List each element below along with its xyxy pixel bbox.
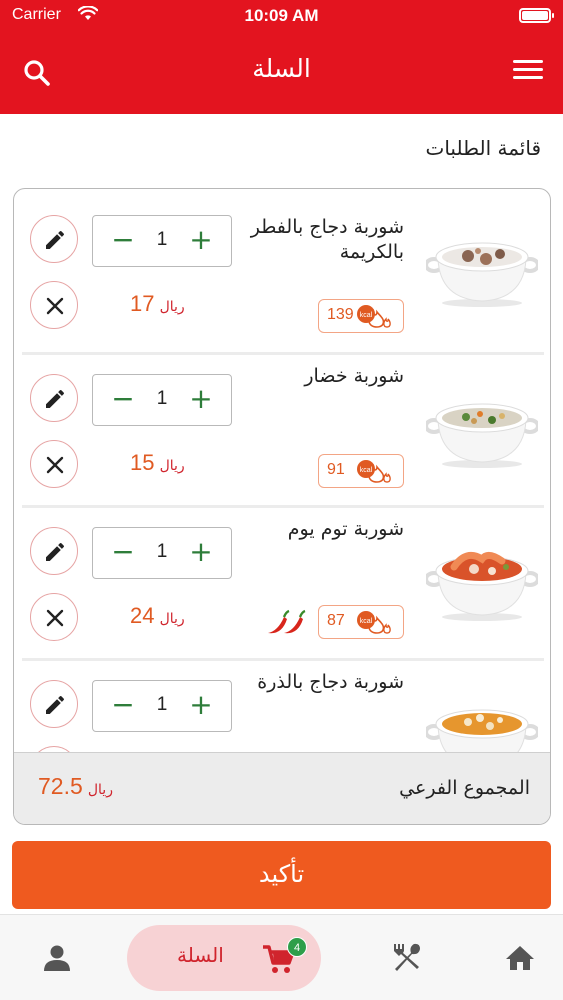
calories-value: 91 xyxy=(327,461,345,478)
soup-bowl-image xyxy=(426,242,538,307)
edit-icon xyxy=(46,542,65,561)
status-bar: Carrier 10:09 AM xyxy=(0,0,563,34)
item-name: شوربة خضار xyxy=(304,365,404,387)
close-icon xyxy=(46,456,64,474)
kcal-flame-icon: kcal xyxy=(357,611,391,634)
soup-bowl-image xyxy=(426,709,538,752)
calories-badge: 91 kcal xyxy=(318,454,404,488)
item-price: ريال 17 xyxy=(130,291,210,317)
status-time: 10:09 AM xyxy=(244,6,319,25)
close-icon xyxy=(46,297,64,315)
nav-bar: السلة xyxy=(0,46,563,102)
item-price: ريال 24 xyxy=(130,603,210,629)
cart-item: شوربة خضار 91 kcal − 1 + ريال 15 xyxy=(14,356,550,516)
tab-cart[interactable]: السلة 4 xyxy=(127,925,321,991)
quantity-stepper: − 1 + xyxy=(92,680,232,732)
increase-quantity-button[interactable]: + xyxy=(189,691,213,720)
menu-icon[interactable] xyxy=(513,60,543,86)
kcal-flame-icon: kcal xyxy=(357,305,391,328)
cart-item: شوربة دجاج بالذرة − 1 + xyxy=(14,662,550,752)
orders-list-title: قائمة الطلبات xyxy=(425,136,542,160)
quantity-stepper: − 1 + xyxy=(92,527,232,579)
utensils-icon[interactable] xyxy=(389,941,423,975)
item-divider xyxy=(22,658,544,661)
calories-badge: 87 kcal xyxy=(318,605,404,639)
cart-items-card: شوربة دجاج بالفطر بالكريمة 139 kcal − 1 … xyxy=(13,188,551,825)
cart-item: شوربة توم يوم 87 kcal − 1 + ريال 24 xyxy=(14,509,550,669)
increase-quantity-button[interactable]: + xyxy=(189,538,213,567)
remove-item-button[interactable] xyxy=(30,593,78,641)
increase-quantity-button[interactable]: + xyxy=(189,226,213,255)
subtotal-amount: ريال 72.5 xyxy=(38,773,117,800)
page-title: السلة xyxy=(252,54,311,83)
item-name: شوربة دجاج بالفطر بالكريمة xyxy=(250,216,404,263)
kcal-flame-icon: kcal xyxy=(357,460,391,483)
edit-button[interactable] xyxy=(30,527,78,575)
cart-screen: Carrier 10:09 AM السلة قائمة الطلبات شور… xyxy=(0,0,563,1000)
subtotal-currency: ريال xyxy=(87,782,113,798)
remove-item-button[interactable] xyxy=(30,440,78,488)
increase-quantity-button[interactable]: + xyxy=(189,385,213,414)
price-currency: ريال xyxy=(159,611,185,627)
chili-pepper-icon xyxy=(268,609,306,634)
calories-badge: 139 kcal xyxy=(318,299,404,333)
user-icon[interactable] xyxy=(40,941,74,975)
quantity-stepper: − 1 + xyxy=(92,374,232,426)
cart-count-badge: 4 xyxy=(287,937,307,957)
svg-text:kcal: kcal xyxy=(360,618,373,625)
item-divider xyxy=(22,505,544,508)
edit-button[interactable] xyxy=(30,374,78,422)
app-header: Carrier 10:09 AM السلة xyxy=(0,0,563,114)
price-currency: ريال xyxy=(159,458,185,474)
calories-value: 87 xyxy=(327,612,345,629)
subtotal-value: 72.5 xyxy=(38,773,83,799)
confirm-button[interactable]: تأكيد xyxy=(12,841,551,909)
edit-button[interactable] xyxy=(30,680,78,728)
close-icon xyxy=(46,609,64,627)
svg-text:kcal: kcal xyxy=(360,467,373,474)
svg-text:kcal: kcal xyxy=(360,312,373,319)
price-currency: ريال xyxy=(159,299,185,315)
soup-bowl-image xyxy=(426,403,538,468)
subtotal-label: المجموع الفرعي xyxy=(399,777,530,799)
bottom-tab-bar: السلة 4 xyxy=(0,914,563,1000)
cart-item: شوربة دجاج بالفطر بالكريمة 139 kcal − 1 … xyxy=(14,189,550,349)
cart-items-list[interactable]: شوربة دجاج بالفطر بالكريمة 139 kcal − 1 … xyxy=(14,189,550,752)
subtotal-bar: المجموع الفرعي ريال 72.5 xyxy=(14,752,550,824)
tab-cart-label: السلة xyxy=(177,943,224,967)
battery-icon xyxy=(519,8,554,23)
item-price: ريال 15 xyxy=(130,450,210,476)
edit-button[interactable] xyxy=(30,215,78,263)
item-name: شوربة توم يوم xyxy=(287,518,404,540)
soup-bowl-image xyxy=(426,551,538,621)
price-value: 15 xyxy=(130,450,155,475)
edit-icon xyxy=(46,389,65,408)
edit-icon xyxy=(46,230,65,249)
item-divider xyxy=(22,352,544,355)
price-value: 24 xyxy=(130,603,155,628)
price-value: 17 xyxy=(130,291,155,316)
calories-value: 139 xyxy=(327,306,354,323)
edit-icon xyxy=(46,695,65,714)
remove-item-button[interactable] xyxy=(30,281,78,329)
quantity-stepper: − 1 + xyxy=(92,215,232,267)
item-name: شوربة دجاج بالذرة xyxy=(257,671,404,693)
home-icon[interactable] xyxy=(503,941,537,975)
